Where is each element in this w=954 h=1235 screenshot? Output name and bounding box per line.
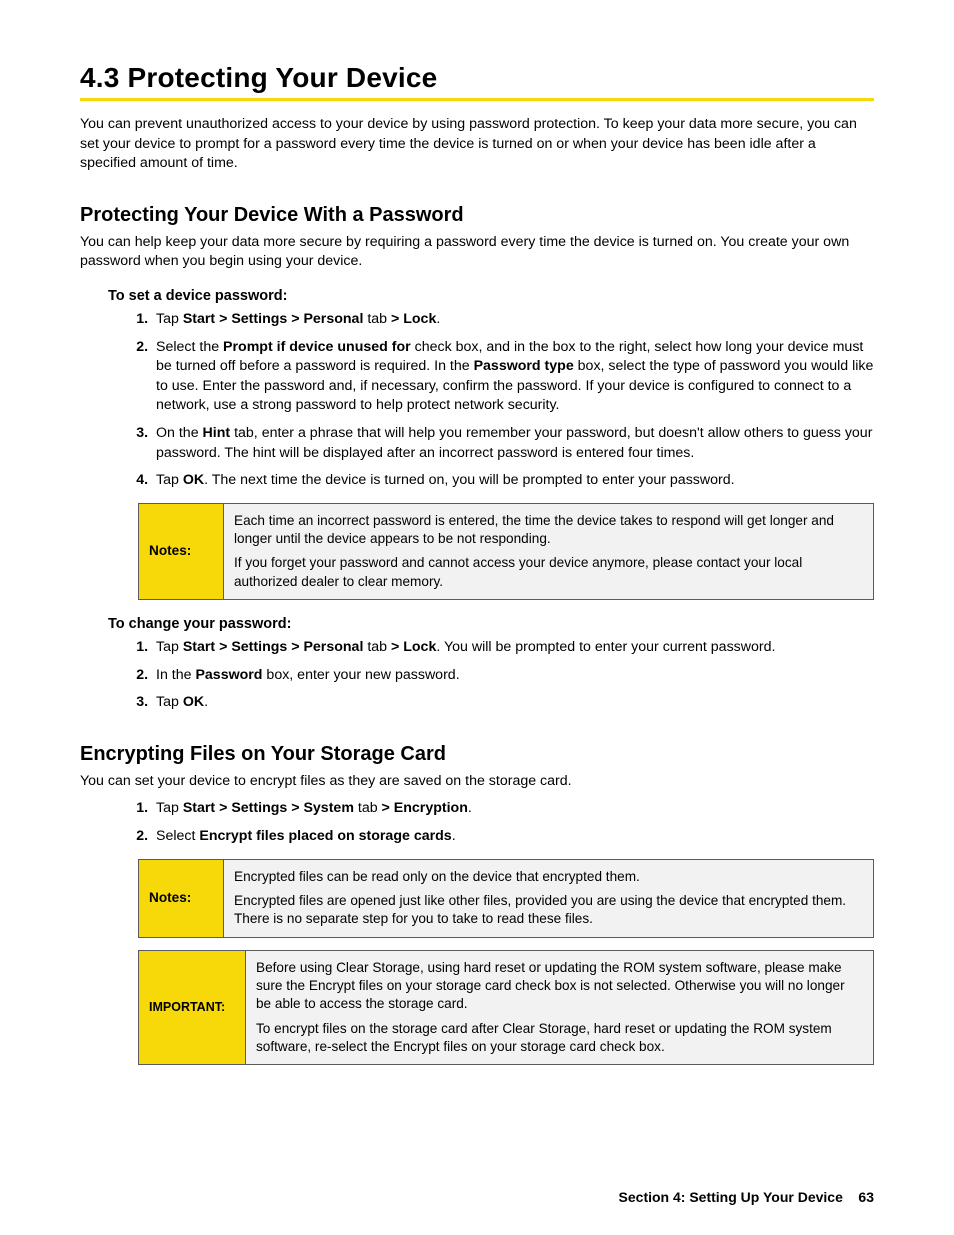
heading-rule: [80, 98, 874, 101]
text: . The next time the device is turned on,…: [204, 472, 734, 488]
list-item: Select the Prompt if device unused for c…: [152, 338, 874, 416]
text: .: [452, 828, 456, 844]
text: In the: [156, 667, 195, 683]
password-intro: You can help keep your data more secure …: [80, 233, 874, 272]
text: .: [468, 800, 472, 816]
note-text: Encrypted files are opened just like oth…: [234, 892, 863, 929]
password-subsection-title: Protecting Your Device With a Password: [80, 204, 874, 227]
bold-text: OK: [183, 472, 204, 488]
bold-text: Start > Settings > System: [183, 800, 354, 816]
encryption-intro: You can set your device to encrypt files…: [80, 772, 874, 792]
notes-label: Notes:: [139, 859, 224, 937]
notes-callout: Notes: Each time an incorrect password i…: [138, 503, 874, 600]
note-text: Each time an incorrect password is enter…: [234, 512, 863, 549]
bold-text: Encrypt files placed on storage cards: [199, 828, 451, 844]
text: .: [436, 311, 440, 327]
bold-text: > Encryption: [382, 800, 468, 816]
bold-text: Password type: [474, 358, 574, 374]
intro-paragraph: You can prevent unauthorized access to y…: [80, 115, 874, 174]
notes-callout: Notes: Encrypted files can be read only …: [138, 859, 874, 938]
change-password-steps: Tap Start > Settings > Personal tab > Lo…: [128, 638, 874, 713]
text: Tap: [156, 472, 183, 488]
text: Select the: [156, 339, 223, 355]
bold-text: > Lock: [391, 639, 436, 655]
list-item: Tap Start > Settings > Personal tab > Lo…: [152, 638, 874, 658]
notes-label: Notes:: [139, 503, 224, 599]
note-text: If you forget your password and cannot a…: [234, 554, 863, 591]
text: tab: [363, 639, 391, 655]
list-item: On the Hint tab, enter a phrase that wil…: [152, 424, 874, 463]
important-label: IMPORTANT:: [139, 950, 246, 1065]
list-item: Tap Start > Settings > System tab > Encr…: [152, 799, 874, 819]
change-password-title: To change your password:: [108, 616, 874, 632]
bold-text: Hint: [203, 425, 231, 441]
bold-text: Password: [195, 667, 262, 683]
page-footer: Section 4: Setting Up Your Device 63: [619, 1189, 874, 1205]
bold-text: Start > Settings > Personal: [183, 311, 364, 327]
footer-page-number: 63: [858, 1189, 874, 1205]
important-text: Before using Clear Storage, using hard r…: [256, 959, 863, 1014]
text: tab, enter a phrase that will help you r…: [156, 425, 872, 461]
page: 4.3 Protecting Your Device You can preve…: [0, 0, 954, 1235]
list-item: Tap OK.: [152, 693, 874, 713]
bold-text: OK: [183, 694, 204, 710]
footer-section-label: Section 4: Setting Up Your Device: [619, 1189, 843, 1205]
text: On the: [156, 425, 203, 441]
encryption-steps: Tap Start > Settings > System tab > Encr…: [128, 799, 874, 846]
important-callout: IMPORTANT: Before using Clear Storage, u…: [138, 950, 874, 1066]
text: tab: [354, 800, 382, 816]
text: Tap: [156, 800, 183, 816]
set-password-steps: Tap Start > Settings > Personal tab > Lo…: [128, 310, 874, 491]
text: tab: [363, 311, 391, 327]
notes-content: Each time an incorrect password is enter…: [224, 503, 874, 599]
encryption-subsection-title: Encrypting Files on Your Storage Card: [80, 743, 874, 766]
text: .: [204, 694, 208, 710]
text: box, enter your new password.: [262, 667, 459, 683]
set-password-title: To set a device password:: [108, 288, 874, 304]
list-item: In the Password box, enter your new pass…: [152, 666, 874, 686]
text: Tap: [156, 694, 183, 710]
list-item: Tap OK. The next time the device is turn…: [152, 471, 874, 491]
notes-content: Encrypted files can be read only on the …: [224, 859, 874, 937]
important-content: Before using Clear Storage, using hard r…: [246, 950, 874, 1065]
list-item: Tap Start > Settings > Personal tab > Lo…: [152, 310, 874, 330]
section-heading: 4.3 Protecting Your Device: [80, 62, 874, 94]
bold-text: Prompt if device unused for: [223, 339, 411, 355]
bold-text: > Lock: [391, 311, 436, 327]
text: Tap: [156, 639, 183, 655]
text: . You will be prompted to enter your cur…: [436, 639, 775, 655]
important-text: To encrypt files on the storage card aft…: [256, 1020, 863, 1057]
text: Tap: [156, 311, 183, 327]
note-text: Encrypted files can be read only on the …: [234, 868, 863, 886]
bold-text: Start > Settings > Personal: [183, 639, 364, 655]
text: Select: [156, 828, 199, 844]
list-item: Select Encrypt files placed on storage c…: [152, 827, 874, 847]
